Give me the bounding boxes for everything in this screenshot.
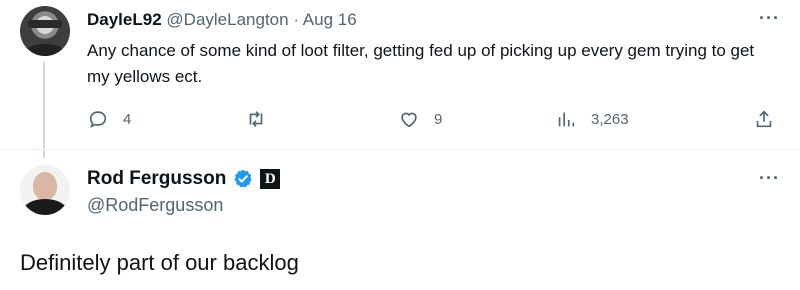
reply-text: Any chance of some kind of loot filter, … bbox=[87, 41, 755, 86]
reply-count: 4 bbox=[123, 110, 132, 128]
reply-header: DayleL92 @DayleLangton · Aug 16 bbox=[87, 9, 357, 31]
views-bar-icon bbox=[558, 112, 575, 127]
main-more-button[interactable]: ··· bbox=[759, 168, 780, 189]
views-button[interactable]: 3,263 bbox=[555, 108, 629, 130]
reply-more-button[interactable]: ··· bbox=[759, 8, 780, 29]
like-count: 9 bbox=[434, 110, 443, 128]
reply-action-bar: 4 9 3,263 bbox=[87, 108, 782, 132]
reply-date[interactable]: Aug 16 bbox=[303, 10, 357, 29]
share-button[interactable] bbox=[753, 108, 775, 130]
affiliate-badge[interactable]: D bbox=[260, 169, 281, 189]
main-handle[interactable]: @RodFergusson bbox=[87, 195, 223, 216]
like-button[interactable]: 9 bbox=[398, 108, 442, 130]
main-tweet-text: Definitely part of our backlog bbox=[20, 250, 299, 275]
tweet-divider bbox=[0, 149, 800, 150]
retweet-button[interactable] bbox=[245, 108, 281, 130]
avatar-rod[interactable] bbox=[20, 165, 70, 215]
retweet-icon bbox=[249, 111, 263, 127]
reply-button[interactable]: 4 bbox=[87, 108, 131, 130]
reply-separator: · bbox=[293, 10, 299, 29]
verified-badge-icon[interactable] bbox=[232, 168, 254, 190]
heart-icon bbox=[401, 112, 417, 128]
main-display-name[interactable]: Rod Fergusson bbox=[87, 168, 226, 190]
view-count: 3,263 bbox=[591, 110, 629, 128]
reply-handle[interactable]: @DayleLangton bbox=[166, 10, 288, 29]
thread-connector bbox=[43, 62, 45, 158]
share-icon bbox=[756, 110, 772, 128]
reply-display-name[interactable]: DayleL92 bbox=[87, 10, 162, 29]
comment-icon bbox=[89, 111, 107, 128]
main-author-row: Rod Fergusson D bbox=[87, 168, 281, 190]
avatar-dayle[interactable] bbox=[20, 6, 70, 56]
